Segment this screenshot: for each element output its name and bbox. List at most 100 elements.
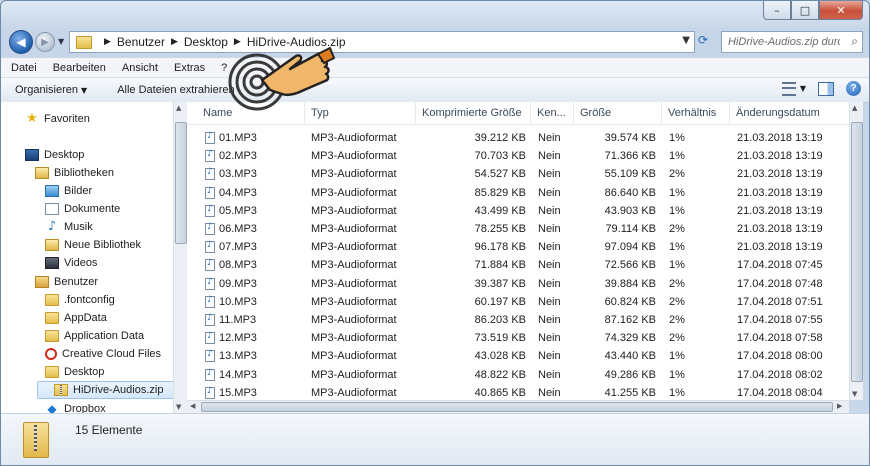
scroll-down-icon[interactable]: ▼ [852, 390, 857, 398]
breadcrumb-desktop[interactable]: Desktop [184, 35, 228, 49]
file-size: 43.903 KB [604, 204, 656, 217]
column-name[interactable]: Name [197, 102, 305, 124]
search-icon[interactable]: ⌕ [851, 34, 858, 49]
scroll-down-icon[interactable]: ▼ [176, 403, 181, 411]
horizontal-scroll-thumb[interactable] [201, 402, 833, 412]
nav-item[interactable]: Application Data [45, 327, 144, 345]
scroll-right-icon[interactable]: ▶ [837, 402, 842, 410]
table-row[interactable]: 08.MP3 MP3-Audioformat 71.884 KB Nein 72.566… [187, 256, 849, 274]
table-row[interactable]: 02.MP3 MP3-Audioformat 70.703 KB Nein 71.366… [187, 147, 849, 165]
table-row[interactable]: 11.MP3 MP3-Audioformat 86.203 KB Nein 87.162… [187, 311, 849, 329]
column-header: Name Typ Komprimierte Größe Ken... Größe… [187, 102, 849, 125]
file-name: 02.MP3 [205, 147, 305, 165]
nav-item[interactable]: HiDrive-Audios.zip [37, 381, 173, 399]
nav-item[interactable]: Neue Bibliothek [45, 236, 141, 254]
minimize-button[interactable]: – [763, 1, 791, 20]
forward-button[interactable]: ▶ [35, 32, 55, 52]
table-row[interactable]: 09.MP3 MP3-Audioformat 39.387 KB Nein 39.884… [187, 275, 849, 293]
menu-datei[interactable]: Datei [5, 62, 43, 74]
recent-pages-dropdown[interactable]: ▼ [58, 37, 64, 46]
file-name: 13.MP3 [205, 347, 305, 365]
scroll-up-icon[interactable]: ▲ [176, 104, 181, 112]
file-name: 07.MP3 [205, 238, 305, 256]
navigation-scrollbar[interactable]: ▲ ▼ [173, 102, 187, 413]
file-password-protected: Nein [538, 295, 561, 308]
column-type[interactable]: Typ [305, 102, 416, 124]
nav-item[interactable]: ★ Favoriten [25, 110, 90, 128]
table-row[interactable]: 13.MP3 MP3-Audioformat 43.028 KB Nein 43.440… [187, 347, 849, 365]
chevron-right-icon[interactable]: ▶ [171, 37, 178, 47]
refresh-icon[interactable]: ⟳ [698, 33, 714, 49]
menu-ansicht[interactable]: Ansicht [116, 62, 164, 74]
file-name-label: 12.MP3 [219, 332, 257, 345]
address-bar[interactable]: ▶ Benutzer ▶ Desktop ▶ HiDrive-Audios.zi… [69, 31, 695, 53]
organize-label: Organisieren [15, 84, 78, 96]
file-list-vertical-scrollbar[interactable]: ▲ ▼ [849, 102, 863, 400]
nav-item[interactable]: Benutzer [35, 273, 98, 291]
file-ratio: 1% [669, 386, 685, 399]
table-row[interactable]: 01.MP3 MP3-Audioformat 39.212 KB Nein 39.574… [187, 129, 849, 147]
menu-extras[interactable]: Extras [168, 62, 211, 74]
back-button[interactable]: ◀ [9, 30, 33, 54]
column-modified-date[interactable]: Änderungsdatum [730, 102, 849, 124]
scroll-left-icon[interactable]: ◀ [190, 402, 195, 410]
search-box[interactable]: HiDrive-Audios.zip durchsuchen ⌕ [721, 31, 863, 53]
table-row[interactable]: 05.MP3 MP3-Audioformat 43.499 KB Nein 43.903… [187, 202, 849, 220]
file-password-protected: Nein [538, 223, 561, 235]
file-size: 97.094 KB [604, 241, 656, 254]
search-input[interactable]: HiDrive-Audios.zip durchsuchen [728, 36, 840, 48]
nav-item[interactable]: Desktop [45, 363, 104, 381]
column-ratio[interactable]: Verhältnis [662, 102, 730, 124]
breadcrumb-benutzer[interactable]: Benutzer [117, 35, 165, 49]
file-list-scroll-thumb[interactable] [851, 122, 863, 382]
file-modified-date: 17.04.2018 08:00 [737, 350, 823, 363]
help-icon[interactable]: ? [846, 81, 861, 96]
nav-item[interactable]: .fontconfig [45, 291, 115, 309]
preview-pane-icon[interactable] [818, 81, 834, 96]
breadcrumb-zip[interactable]: HiDrive-Audios.zip [247, 35, 346, 49]
nav-item[interactable]: Dokumente [45, 200, 120, 218]
file-password-protected: Nein [538, 132, 561, 144]
nav-item[interactable]: AppData [45, 309, 107, 327]
nav-item-label: AppData [64, 312, 107, 324]
column-password[interactable]: Ken... [531, 102, 574, 124]
table-row[interactable]: 14.MP3 MP3-Audioformat 48.822 KB Nein 49.286… [187, 366, 849, 384]
chevron-down-icon[interactable]: ▼ [800, 84, 806, 93]
maximize-button[interactable]: □ [791, 1, 819, 20]
table-row[interactable]: 10.MP3 MP3-Audioformat 60.197 KB Nein 60.824… [187, 293, 849, 311]
menu-help[interactable]: ? [215, 62, 233, 74]
nav-item[interactable]: Bilder [45, 182, 92, 200]
table-row[interactable]: 06.MP3 MP3-Audioformat 78.255 KB Nein 79.114… [187, 220, 849, 238]
address-dropdown[interactable]: ▼ [682, 35, 690, 46]
table-row[interactable]: 07.MP3 MP3-Audioformat 96.178 KB Nein 97.094… [187, 238, 849, 256]
file-list-horizontal-scrollbar[interactable]: ◀ ▶ [187, 400, 849, 414]
nav-item[interactable]: Creative Cloud Files [45, 345, 161, 363]
table-row[interactable]: 12.MP3 MP3-Audioformat 73.519 KB Nein 74.329… [187, 329, 849, 347]
nav-item[interactable]: Videos [45, 254, 97, 272]
address-row: ◀ ▶ ▼ ▶ Benutzer ▶ Desktop ▶ HiDrive-Aud… [1, 27, 869, 57]
chevron-right-icon[interactable]: ▶ [234, 37, 241, 47]
extract-all-button[interactable]: Alle Dateien extrahieren [109, 84, 242, 96]
scroll-up-icon[interactable]: ▲ [852, 104, 857, 112]
nav-item[interactable]: ◆ Dropbox [45, 400, 105, 413]
view-controls: ▼ ? [781, 81, 861, 96]
navigation-scroll-thumb[interactable] [175, 122, 187, 244]
table-row[interactable]: 04.MP3 MP3-Audioformat 85.829 KB Nein 86.640… [187, 184, 849, 202]
table-row[interactable]: 15.MP3 MP3-Audioformat 40.865 KB Nein 41.255… [187, 384, 849, 400]
nav-item[interactable]: ♪ Musik [45, 218, 93, 236]
view-details-icon[interactable] [781, 81, 796, 96]
organize-button[interactable]: Organisieren ▼ [7, 84, 95, 96]
file-name-label: 04.MP3 [219, 186, 257, 199]
nav-item[interactable]: Bibliotheken [35, 164, 114, 182]
column-compressed-size[interactable]: Komprimierte Größe [416, 102, 531, 124]
column-size[interactable]: Größe [574, 102, 662, 124]
nav-item[interactable]: Desktop [25, 146, 84, 164]
close-button[interactable]: ✕ [819, 1, 863, 20]
file-type: MP3-Audioformat [311, 259, 397, 272]
file-ratio: 1% [669, 204, 685, 217]
audio-file-icon [205, 204, 215, 217]
menu-bearbeiten[interactable]: Bearbeiten [47, 62, 112, 74]
details-pane: 15 Elemente [1, 413, 869, 465]
chevron-right-icon[interactable]: ▶ [104, 37, 111, 47]
table-row[interactable]: 03.MP3 MP3-Audioformat 54.527 KB Nein 55.109… [187, 165, 849, 183]
